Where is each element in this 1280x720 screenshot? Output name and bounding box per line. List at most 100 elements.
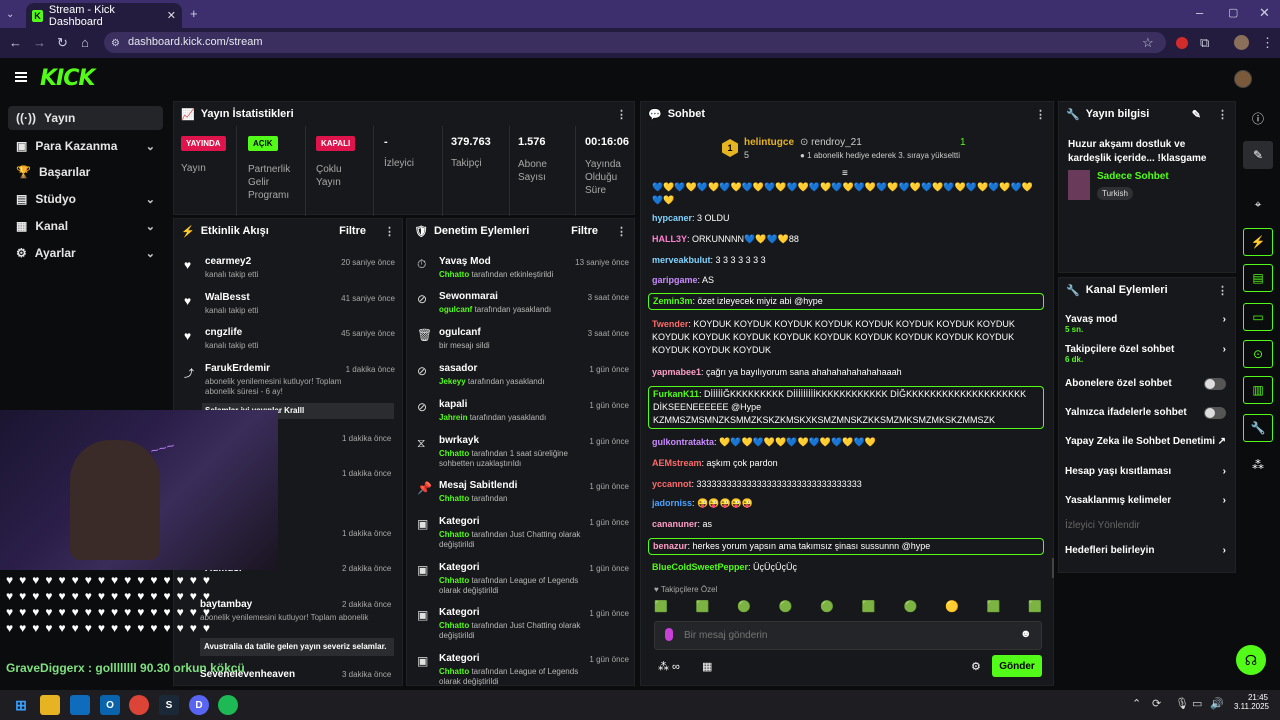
mod-actor[interactable]: Chhatto	[439, 621, 469, 630]
mod-actor[interactable]: Jahrein	[439, 413, 467, 422]
store-icon[interactable]: ▦	[702, 660, 712, 673]
emote-icon[interactable]: 🟩	[654, 600, 668, 616]
chat-username[interactable]: hypcaner	[652, 213, 692, 223]
browser-tab[interactable]: K Stream - Kick Dashboard ✕	[26, 3, 182, 28]
sidebar-item-ayarlar[interactable]: ⚙ Ayarlar ⌄	[8, 241, 163, 265]
forward-icon[interactable]: →	[33, 35, 46, 51]
mod-actor[interactable]: Chhatto	[439, 667, 469, 676]
emote-icon[interactable]: 🟢	[820, 600, 834, 616]
microphone-tray-icon[interactable]: 🎙	[1175, 697, 1189, 710]
minimize-icon[interactable]: –	[1196, 5, 1203, 21]
window-close-icon[interactable]: ✕	[1259, 5, 1270, 21]
channel-action-item[interactable]: Yavaş mod 5 sn. ›	[1065, 314, 1230, 334]
category-link[interactable]: Sadece Sohbet	[1097, 171, 1169, 182]
chat-username[interactable]: yccannot	[652, 479, 692, 489]
bookmark-star-icon[interactable]: ☆	[1142, 35, 1154, 51]
kebab-menu-icon[interactable]: ⋮	[1217, 284, 1228, 297]
back-icon[interactable]: ←	[9, 35, 22, 51]
channel-action-item[interactable]: Takipçilere özel sohbet 6 dk. ›	[1065, 344, 1230, 364]
chat-username[interactable]: cananuner	[652, 519, 698, 529]
edit-pencil-icon[interactable]: ✎	[1192, 108, 1201, 121]
channel-action-item[interactable]: Hesap yaşı kısıtlaması ›	[1065, 466, 1230, 477]
mod-actor[interactable]: Chhatto	[439, 576, 469, 585]
chat-username[interactable]: BlueColdSweetPepper	[652, 562, 748, 572]
mod-actor[interactable]: Jekeyy	[439, 377, 466, 386]
sidebar-item-kanal[interactable]: ▦ Kanal ⌄	[8, 214, 163, 238]
event-user[interactable]: cngzlife	[205, 327, 242, 338]
restore-icon[interactable]: ▢	[1228, 5, 1238, 21]
reload-icon[interactable]: ↻	[57, 35, 68, 51]
tray-app-icon[interactable]: ⟳	[1152, 697, 1161, 710]
focus-icon[interactable]: ⌖	[1243, 190, 1273, 218]
site-info-icon[interactable]: ⚙	[111, 36, 120, 52]
hamburger-menu-icon[interactable]	[15, 72, 27, 74]
tag-chip[interactable]: Turkish	[1097, 187, 1133, 200]
sidebar-item-yayin[interactable]: ((·)) Yayın	[8, 106, 163, 130]
address-bar[interactable]: dashboard.kick.com/stream	[104, 32, 1166, 53]
event-user[interactable]: WalBesst	[205, 292, 250, 303]
emote-icon[interactable]: 🟢	[779, 600, 793, 616]
toggle-switch[interactable]	[1204, 407, 1226, 419]
pin-toggle-icon[interactable]: ≡	[842, 168, 848, 179]
kebab-menu-icon[interactable]: ⋮	[1217, 108, 1228, 121]
sidebar-item-basarilar[interactable]: 🏆 Başarılar	[8, 160, 163, 184]
chat-username[interactable]: HALL3Y	[652, 234, 687, 244]
channel-action-item[interactable]: Hedefleri belirleyin ›	[1065, 545, 1230, 556]
steam-icon[interactable]: S	[159, 695, 179, 715]
tab-list-icon[interactable]: ⌄	[6, 7, 14, 23]
edit-icon[interactable]: ✎	[1243, 141, 1273, 169]
chat-settings-icon[interactable]: ⚙	[971, 660, 981, 673]
clock[interactable]: 21:45 3.11.2025	[1234, 693, 1269, 711]
event-user[interactable]: cearmey2	[205, 256, 251, 267]
channel-action-item[interactable]: Abonelere özel sohbet	[1065, 378, 1230, 390]
broadcast-icon[interactable]: ⊙	[1243, 340, 1273, 368]
extension-icon[interactable]	[1176, 37, 1188, 49]
wrench-icon[interactable]: 🔧	[1243, 414, 1273, 442]
emote-icon[interactable]: 🟩	[987, 600, 1001, 616]
mod-actor[interactable]: Chhatto	[439, 494, 469, 503]
user-avatar[interactable]	[1234, 70, 1252, 88]
emote-icon[interactable]: 🟢	[737, 600, 751, 616]
filter-button[interactable]: Filtre	[339, 225, 366, 237]
kebab-menu-icon[interactable]: ⋮	[616, 225, 627, 238]
kebab-menu-icon[interactable]: ⋮	[384, 225, 395, 238]
channel-action-item[interactable]: Yalnızca ifadelerle sohbet	[1065, 407, 1230, 419]
emote-icon[interactable]: 🟢	[903, 600, 917, 616]
shield-icon[interactable]: ▥	[1243, 376, 1273, 404]
help-support-icon[interactable]: ☊	[1236, 645, 1266, 675]
browser-menu-icon[interactable]: ⋮	[1261, 35, 1274, 51]
sidebar-item-studyo[interactable]: ▤ Stüdyo ⌄	[8, 187, 163, 211]
edge-icon[interactable]	[70, 695, 90, 715]
spotify-icon[interactable]	[218, 695, 238, 715]
chat-scrollbar[interactable]	[1052, 558, 1054, 578]
bolt-icon[interactable]: ⚡	[1243, 228, 1273, 256]
chat-username[interactable]: Twender	[652, 319, 688, 329]
sidebar-item-para-kazanma[interactable]: ▣ Para Kazanma ⌄	[8, 134, 163, 158]
mod-actor[interactable]: Chhatto	[439, 270, 469, 279]
leader-name[interactable]: helintugce	[744, 137, 794, 148]
kick-logo[interactable]: KICK	[40, 66, 95, 91]
home-icon[interactable]: ⌂	[81, 35, 89, 51]
outlook-icon[interactable]: O	[100, 695, 120, 715]
chat-username[interactable]: benazur	[653, 541, 688, 551]
second-leader-name[interactable]: rendroy_21	[811, 137, 862, 148]
emote-icon[interactable]: 🟩	[1028, 600, 1042, 616]
toggle-switch[interactable]	[1204, 378, 1226, 390]
tray-chevron-up-icon[interactable]: ⌃	[1132, 697, 1141, 710]
chat-icon[interactable]: ▭	[1243, 303, 1273, 331]
chrome-icon[interactable]	[129, 695, 149, 715]
chat-username[interactable]: garipgame	[652, 275, 698, 285]
extensions-puzzle-icon[interactable]: ⧉	[1200, 35, 1209, 51]
chat-username[interactable]: jadorniss	[652, 498, 692, 508]
kebab-menu-icon[interactable]: ⋮	[1035, 108, 1046, 121]
event-user[interactable]: FarukErdemir	[205, 363, 270, 374]
channel-action-item[interactable]: Yapay Zeka ile Sohbet Denetimi ↗	[1065, 436, 1230, 447]
file-explorer-icon[interactable]	[40, 695, 60, 715]
emoji-picker-icon[interactable]: ☻	[1020, 628, 1032, 640]
emote-icon[interactable]: 🟩	[862, 600, 876, 616]
chat-input[interactable]	[684, 625, 1004, 645]
chat-username[interactable]: merveakbulut	[652, 255, 711, 265]
community-icon[interactable]: ⁂ ∞	[658, 660, 680, 673]
kebab-menu-icon[interactable]: ⋮	[616, 108, 627, 121]
list-icon[interactable]: ▤	[1243, 264, 1273, 292]
